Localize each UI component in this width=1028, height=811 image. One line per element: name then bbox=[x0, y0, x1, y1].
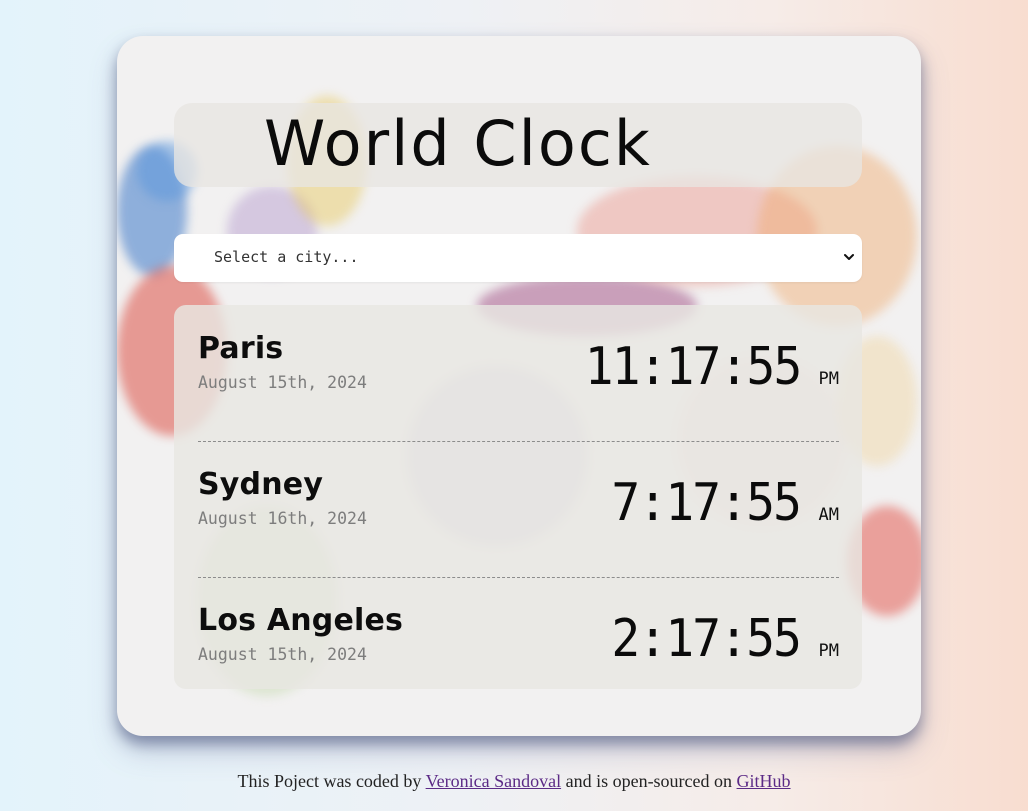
city-time: 7:17:55 AM bbox=[595, 475, 839, 531]
city-name: Sydney bbox=[198, 467, 324, 502]
time-period: PM bbox=[818, 369, 839, 389]
city-select[interactable]: Select a city... bbox=[174, 234, 862, 282]
page-title: World Clock bbox=[264, 107, 652, 180]
city-date: August 15th, 2024 bbox=[198, 373, 367, 392]
time-value: 11:17:55 bbox=[584, 337, 803, 397]
city-row-sydney: Sydney August 16th, 2024 7:17:55 AM bbox=[198, 441, 839, 578]
city-time: 2:17:55 PM bbox=[595, 611, 839, 667]
author-link[interactable]: Veronica Sandoval bbox=[426, 771, 561, 791]
time-value: 7:17:55 bbox=[611, 473, 803, 533]
city-select-placeholder: Select a city... bbox=[214, 248, 359, 266]
world-clock-card: World Clock Select a city... Paris Augus… bbox=[117, 36, 921, 736]
time-period: AM bbox=[818, 505, 839, 525]
time-value: 2:17:55 bbox=[611, 609, 803, 669]
city-name: Paris bbox=[198, 331, 284, 366]
city-list: Paris August 15th, 2024 11:17:55 PM Sydn… bbox=[174, 305, 862, 689]
chevron-down-icon bbox=[844, 254, 854, 260]
city-row-paris: Paris August 15th, 2024 11:17:55 PM bbox=[198, 305, 839, 442]
footer-prefix: This Poject was coded by bbox=[237, 771, 422, 791]
time-period: PM bbox=[818, 641, 839, 661]
city-time: 11:17:55 PM bbox=[566, 339, 839, 395]
city-date: August 16th, 2024 bbox=[198, 509, 367, 528]
footer-middle: and is open-sourced on bbox=[565, 771, 733, 791]
city-row-los-angeles: Los Angeles August 15th, 2024 2:17:55 PM bbox=[198, 577, 839, 713]
footer: This Poject was coded by Veronica Sandov… bbox=[0, 771, 1028, 792]
github-link[interactable]: GitHub bbox=[737, 771, 791, 791]
city-name: Los Angeles bbox=[198, 603, 404, 638]
city-date: August 15th, 2024 bbox=[198, 645, 367, 664]
